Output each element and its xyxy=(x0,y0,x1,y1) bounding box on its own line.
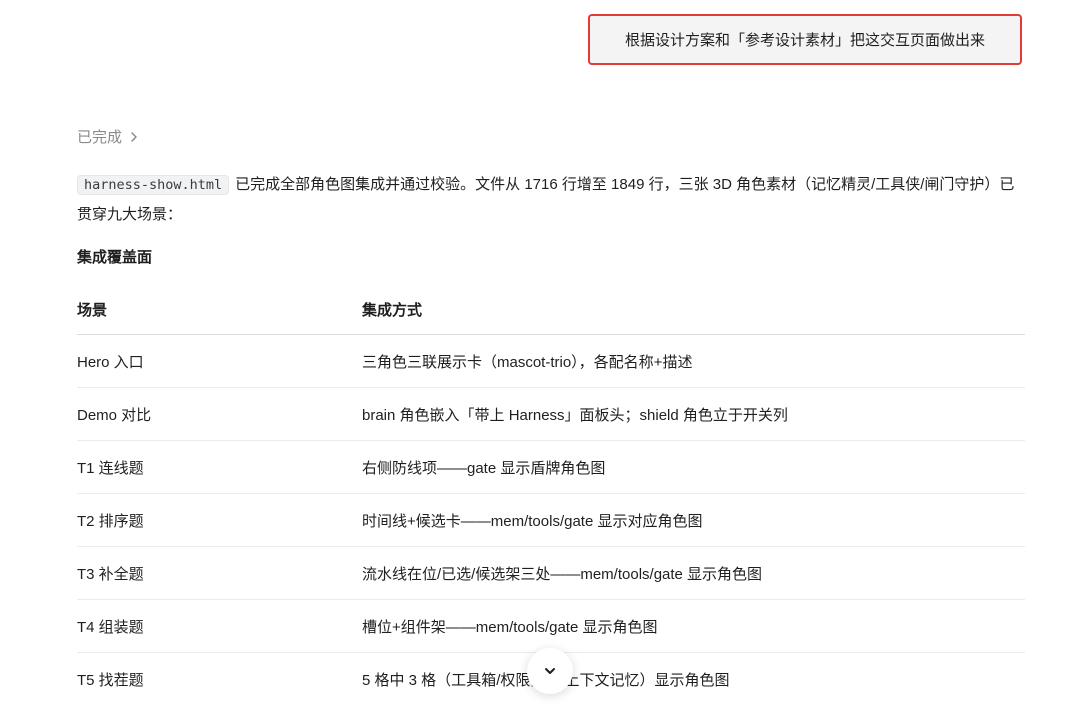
table-cell-method: 右侧防线项——gate 显示盾牌角色图 xyxy=(362,440,1025,494)
user-message-bubble: 根据设计方案和「参考设计素材」把这交互页面做出来 xyxy=(588,14,1022,65)
table-row: T4 组装题 槽位+组件架——mem/tools/gate 显示角色图 xyxy=(77,599,1025,653)
table-row: Hero 入口 三角色三联展示卡（mascot-trio），各配名称+描述 xyxy=(77,334,1025,388)
table-row: T1 连线题 右侧防线项——gate 显示盾牌角色图 xyxy=(77,440,1025,494)
file-name-code: harness-show.html xyxy=(77,175,230,195)
scroll-down-button[interactable] xyxy=(527,648,573,694)
chevron-down-icon xyxy=(545,668,555,674)
table-cell-method: 槽位+组件架——mem/tools/gate 显示角色图 xyxy=(362,599,1025,653)
table-cell-scene: T1 连线题 xyxy=(77,440,362,494)
table-row: T2 排序题 时间线+候选卡——mem/tools/gate 显示对应角色图 xyxy=(77,493,1025,547)
user-message-text: 根据设计方案和「参考设计素材」把这交互页面做出来 xyxy=(624,32,985,49)
table-cell-scene: T2 排序题 xyxy=(77,493,362,547)
status-toggle[interactable]: 已完成 xyxy=(77,126,140,147)
table-cell-method: brain 角色嵌入「带上 Harness」面板头；shield 角色立于开关列 xyxy=(362,387,1025,441)
table-cell-method: 流水线在位/已选/候选架三处——mem/tools/gate 显示角色图 xyxy=(362,546,1025,600)
table-cell-scene: T4 组装题 xyxy=(77,599,362,653)
table-row: T3 补全题 流水线在位/已选/候选架三处——mem/tools/gate 显示… xyxy=(77,546,1025,600)
table-cell-method: 5 格中 3 格（工具箱/权限闸门/上下文记忆）显示角色图 xyxy=(362,652,1025,705)
column-header-scene: 场景 xyxy=(77,285,362,335)
table-cell-method: 时间线+候选卡——mem/tools/gate 显示对应角色图 xyxy=(362,493,1025,547)
coverage-table: 场景 集成方式 Hero 入口 三角色三联展示卡（mascot-trio），各配… xyxy=(77,285,1025,705)
table-row: Demo 对比 brain 角色嵌入「带上 Harness」面板头；shield… xyxy=(77,387,1025,441)
table-cell-scene: T3 补全题 xyxy=(77,546,362,600)
table-cell-scene: Hero 入口 xyxy=(77,334,362,388)
status-label: 已完成 xyxy=(77,129,123,146)
table-header-row: 场景 集成方式 xyxy=(77,285,1025,335)
section-title: 集成覆盖面 xyxy=(77,249,153,266)
summary-paragraph: harness-show.html 已完成全部角色图集成并通过校验。文件从 171… xyxy=(77,170,1027,230)
column-header-method: 集成方式 xyxy=(362,285,1025,335)
chevron-right-icon xyxy=(131,131,137,142)
table-cell-method: 三角色三联展示卡（mascot-trio），各配名称+描述 xyxy=(362,334,1025,388)
table-cell-scene: Demo 对比 xyxy=(77,387,362,441)
chat-page: 根据设计方案和「参考设计素材」把这交互页面做出来 已完成 harness-sho… xyxy=(0,0,1080,705)
table-cell-scene: T5 找茬题 xyxy=(77,652,362,705)
